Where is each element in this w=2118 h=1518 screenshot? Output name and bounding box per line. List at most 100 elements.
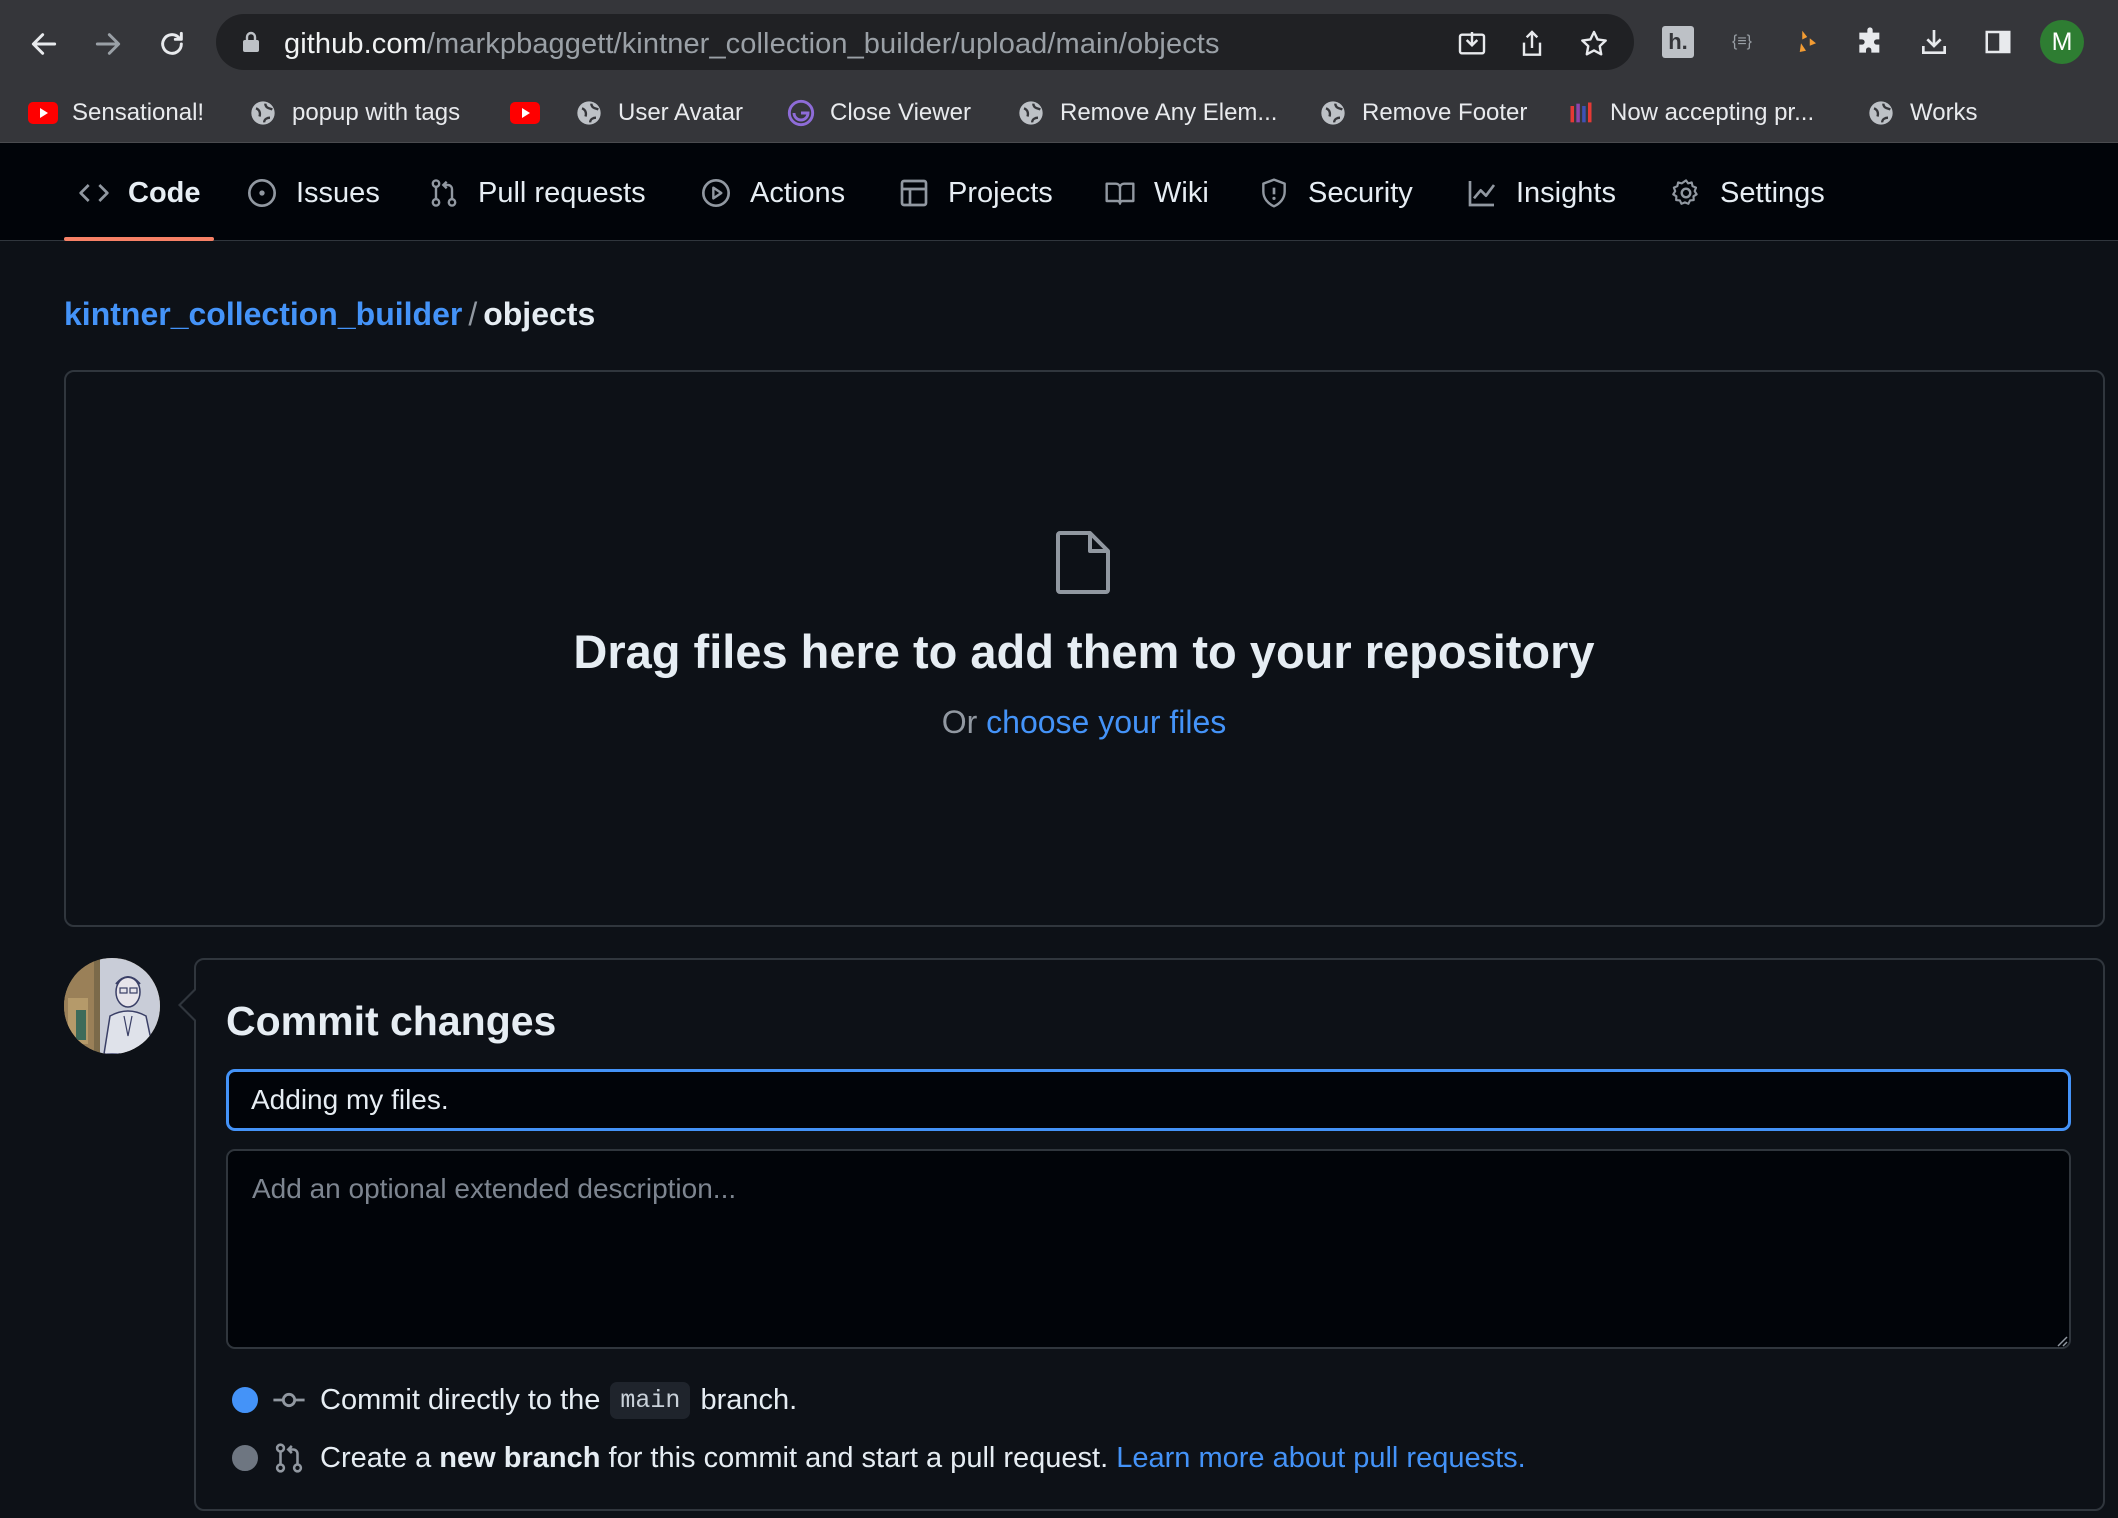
pull-request-icon bbox=[431, 179, 457, 207]
bookmark-label: Close Viewer bbox=[830, 99, 971, 126]
orange-extension-icon[interactable] bbox=[1786, 20, 1826, 64]
bookmark-label: Remove Footer bbox=[1362, 99, 1528, 126]
bookmark-label: Remove Any Elem... bbox=[1060, 99, 1278, 126]
bookmark-remove-footer[interactable]: Remove Footer bbox=[1318, 90, 1527, 136]
globe-icon bbox=[574, 98, 604, 128]
tab-label: Projects bbox=[948, 176, 1053, 209]
tab-wiki[interactable]: Wiki bbox=[1104, 173, 1209, 213]
bookmark-youtube[interactable] bbox=[510, 90, 554, 136]
table-icon bbox=[900, 179, 928, 207]
reload-button[interactable] bbox=[148, 20, 196, 68]
choose-files-link[interactable]: choose your files bbox=[986, 704, 1226, 740]
bookmark-remove-any-element[interactable]: Remove Any Elem... bbox=[1016, 90, 1277, 136]
bookmarks-bar: Sensational! popup with tags User Avatar… bbox=[0, 84, 2118, 142]
breadcrumb-current-dir: objects bbox=[483, 296, 596, 332]
drop-zone-title: Drag files here to add them to your repo… bbox=[573, 625, 1595, 678]
url-text: github.com/markpbaggett/kintner_collecti… bbox=[284, 28, 1220, 61]
tab-label: Code bbox=[128, 176, 201, 209]
tab-label: Issues bbox=[296, 176, 380, 209]
tab-label: Insights bbox=[1516, 176, 1616, 209]
browser-chrome: github.com/markpbaggett/kintner_collecti… bbox=[0, 0, 2118, 143]
bookmark-label: Now accepting pr... bbox=[1610, 99, 1815, 126]
book-icon bbox=[1105, 182, 1135, 205]
tab-insights[interactable]: Insights bbox=[1466, 173, 1616, 213]
downloads-icon[interactable] bbox=[1914, 20, 1954, 64]
code-icon bbox=[79, 184, 109, 202]
reload-icon bbox=[161, 31, 183, 55]
arrow-left-icon bbox=[31, 33, 57, 55]
resize-grip-icon[interactable] bbox=[2054, 1333, 2068, 1347]
bookmark-works[interactable]: Works bbox=[1866, 90, 1978, 136]
bookmark-label: popup with tags bbox=[292, 99, 461, 126]
bookmark-now-accepting[interactable]: Now accepting pr... bbox=[1566, 90, 1814, 136]
repo-nav: Code Issues Pull requests Actions Projec… bbox=[0, 143, 2118, 241]
tab-pull-requests[interactable]: Pull requests bbox=[428, 173, 646, 213]
issue-icon bbox=[248, 179, 276, 207]
commit-title: Commit changes bbox=[226, 998, 557, 1044]
tab-label: Actions bbox=[750, 176, 846, 209]
user-avatar[interactable] bbox=[64, 958, 160, 1054]
breadcrumb: kintner_collection_builder / objects bbox=[64, 296, 595, 333]
new-branch-radio[interactable] bbox=[232, 1445, 258, 1471]
pull-request-icon bbox=[275, 1443, 303, 1473]
commit-panel-caret-inner bbox=[181, 990, 196, 1020]
bookmark-label: User Avatar bbox=[618, 99, 743, 126]
url-host: github.com bbox=[284, 28, 427, 60]
bookmark-sensational[interactable]: Sensational! bbox=[28, 90, 204, 136]
breadcrumb-separator: / bbox=[468, 296, 478, 332]
commit-description-textarea[interactable] bbox=[226, 1149, 2071, 1349]
hypothesis-label: h. bbox=[1662, 26, 1694, 58]
shield-icon bbox=[1262, 178, 1286, 208]
address-bar[interactable]: github.com/markpbaggett/kintner_collecti… bbox=[216, 14, 1634, 70]
hypothesis-extension-icon[interactable]: h. bbox=[1658, 20, 1698, 64]
bookmark-close-viewer[interactable]: Close Viewer bbox=[786, 90, 971, 136]
back-button[interactable] bbox=[20, 20, 68, 68]
youtube-icon bbox=[28, 98, 58, 128]
tab-code[interactable]: Code bbox=[78, 173, 201, 213]
globe-icon bbox=[1016, 98, 1046, 128]
globe-icon bbox=[248, 98, 278, 128]
youtube-icon bbox=[510, 98, 540, 128]
gear-icon bbox=[1672, 179, 1698, 205]
star-bookmark-icon[interactable] bbox=[1578, 28, 1610, 60]
forward-button[interactable] bbox=[84, 20, 132, 68]
new-branch-option[interactable]: Create a new branch for this commit and … bbox=[232, 1438, 1526, 1478]
commit-direct-radio[interactable] bbox=[232, 1387, 258, 1413]
bookmark-popup-with-tags[interactable]: popup with tags bbox=[248, 90, 460, 136]
git-commit-icon bbox=[273, 1392, 305, 1408]
tab-label: Pull requests bbox=[478, 176, 646, 209]
tab-label: Settings bbox=[1720, 176, 1825, 209]
puzzle-extensions-icon[interactable] bbox=[1850, 20, 1890, 64]
side-panel-icon[interactable] bbox=[1978, 20, 2018, 64]
library-icon bbox=[1566, 98, 1596, 128]
bookmark-label: Works bbox=[1910, 99, 1978, 126]
profile-avatar-button[interactable]: M bbox=[2040, 20, 2084, 64]
tab-label: Security bbox=[1308, 176, 1413, 209]
bookmark-user-avatar[interactable]: User Avatar bbox=[574, 90, 743, 136]
bookmark-label: Sensational! bbox=[72, 99, 205, 126]
commit-direct-option[interactable]: Commit directly to the main branch. bbox=[232, 1380, 797, 1420]
commit-direct-text-after: branch. bbox=[700, 1383, 798, 1416]
graph-icon bbox=[1468, 181, 1496, 207]
drop-zone-prefix: Or bbox=[941, 704, 978, 740]
tab-projects[interactable]: Projects bbox=[898, 173, 1053, 213]
breadcrumb-repo-link[interactable]: kintner_collection_builder bbox=[64, 296, 462, 332]
selected-tab-underline bbox=[64, 237, 214, 241]
gatsby-icon bbox=[786, 98, 816, 128]
json-viewer-extension-icon[interactable]: {≡} bbox=[1722, 20, 1762, 64]
tab-settings[interactable]: Settings bbox=[1670, 173, 1825, 213]
install-app-icon[interactable] bbox=[1456, 28, 1488, 60]
new-branch-text-before: Create a bbox=[320, 1441, 432, 1474]
share-icon[interactable] bbox=[1516, 28, 1548, 60]
commit-summary-input[interactable] bbox=[226, 1069, 2071, 1131]
new-branch-text-middle: for this commit and start a pull request… bbox=[608, 1441, 1109, 1474]
learn-more-pull-requests-link[interactable]: Learn more about pull requests. bbox=[1116, 1442, 1525, 1475]
globe-icon bbox=[1866, 98, 1896, 128]
tab-actions[interactable]: Actions bbox=[700, 173, 845, 213]
tab-issues[interactable]: Issues bbox=[246, 173, 380, 213]
tab-security[interactable]: Security bbox=[1258, 173, 1413, 213]
new-branch-text-bold: new branch bbox=[439, 1441, 601, 1474]
tab-label: Wiki bbox=[1154, 176, 1209, 209]
url-path: /markpbaggett/kintner_collection_builder… bbox=[426, 28, 1220, 60]
lock-icon bbox=[243, 31, 259, 52]
